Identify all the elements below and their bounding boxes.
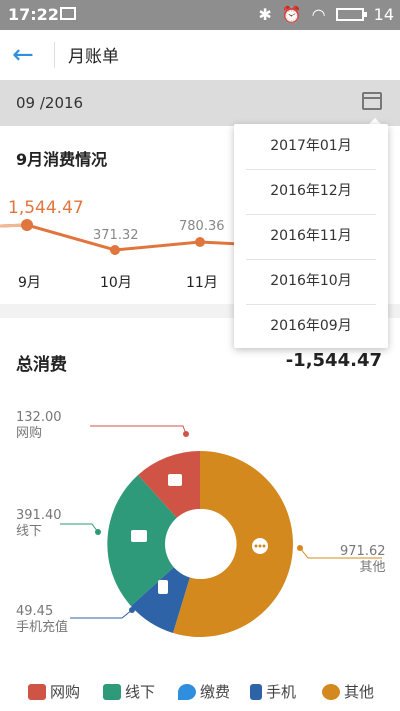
label-online: 132.00 网购: [16, 410, 62, 442]
trend-value-sep: 1,544.47: [8, 198, 84, 218]
leader-offline: [60, 523, 99, 533]
donut-hole: [165, 509, 235, 579]
bluetooth-icon: ✱: [258, 5, 272, 24]
month-option-2016-10[interactable]: 2016年10月: [246, 259, 376, 303]
label-online-value: 132.00: [16, 410, 62, 425]
trend-month-nov: 11月: [186, 275, 218, 291]
month-option-2016-11[interactable]: 2016年11月: [246, 214, 376, 258]
label-mobile-name: 手机充值: [16, 620, 69, 635]
calendar-icon[interactable]: [362, 92, 382, 110]
phone-icon: [158, 580, 168, 594]
leader-online: [90, 425, 187, 435]
trend-value-oct: 371.32: [93, 228, 139, 243]
month-dropdown: 2017年01月 2016年12月 2016年11月 2016年10月 2016…: [234, 124, 388, 348]
month-option-2016-12[interactable]: 2016年12月: [246, 169, 376, 213]
label-offline-name: 线下: [16, 524, 43, 539]
store-icon: [103, 683, 121, 700]
legend-mobile-label: 手机: [266, 683, 297, 701]
divider: [54, 42, 55, 68]
selected-month: 09 /2016: [16, 94, 84, 112]
phone-icon: [250, 683, 262, 700]
trend-value-nov: 780.36: [179, 219, 225, 234]
label-other-name: 其他: [359, 560, 386, 575]
legend-offline[interactable]: 线下: [103, 681, 155, 702]
trend-point-oct: [110, 245, 120, 255]
total-card: 总消费 -1,544.47 132.00 网购 391.40 线下 49.45: [0, 318, 400, 711]
label-offline: 391.40 线下: [16, 508, 62, 540]
month-selector-bar: 09 /2016: [0, 80, 400, 126]
image-notification-icon: [60, 7, 76, 20]
legend-online[interactable]: 网购: [28, 681, 80, 702]
legend-bills-label: 缴费: [200, 683, 231, 701]
label-offline-value: 391.40: [16, 508, 62, 523]
water-drop-icon: [178, 683, 196, 700]
label-other-value: 971.62: [340, 544, 386, 559]
label-other: 971.62 其他: [340, 544, 386, 576]
status-bar: 17:22 ✱ ⏰ ◠ 14: [0, 0, 400, 30]
status-time: 17:22: [8, 5, 59, 24]
legend-other[interactable]: 其他: [322, 681, 374, 702]
month-option-2016-09[interactable]: 2016年09月: [246, 304, 376, 348]
battery-icon: [335, 8, 367, 21]
shopping-bag-icon: [28, 683, 46, 700]
label-online-name: 网购: [16, 426, 43, 441]
legend-mobile[interactable]: 手机: [250, 681, 296, 702]
store-icon: [131, 530, 147, 542]
trend-heading: 9月消费情况: [16, 150, 108, 169]
legend-online-label: 网购: [50, 683, 81, 701]
label-mobile: 49.45 手机充值: [16, 604, 68, 636]
leader-mobile: [70, 609, 133, 619]
month-option-2017-01[interactable]: 2017年01月: [246, 124, 376, 168]
trend-point-sep: [21, 219, 33, 231]
shopping-bag-icon: [168, 474, 182, 486]
label-mobile-value: 49.45: [16, 604, 54, 619]
battery-level: 14: [373, 5, 394, 24]
trend-point-nov: [195, 237, 205, 247]
app-bar: ← 月账单: [0, 30, 400, 80]
status-icons: ✱ ⏰ ◠ 14: [258, 5, 394, 24]
category-legend: 网购 线下 缴费 手机 其他: [0, 677, 400, 707]
wifi-icon: ◠: [311, 5, 326, 24]
page-title: 月账单: [68, 47, 119, 67]
trend-month-oct: 10月: [100, 275, 132, 291]
legend-other-label: 其他: [344, 683, 375, 701]
legend-bills[interactable]: 缴费: [178, 681, 230, 702]
back-arrow-icon[interactable]: ←: [12, 40, 42, 70]
more-icon: [322, 683, 340, 700]
legend-offline-label: 线下: [125, 683, 156, 701]
trend-month-sep: 9月: [18, 275, 41, 291]
alarm-icon: ⏰: [281, 5, 302, 24]
